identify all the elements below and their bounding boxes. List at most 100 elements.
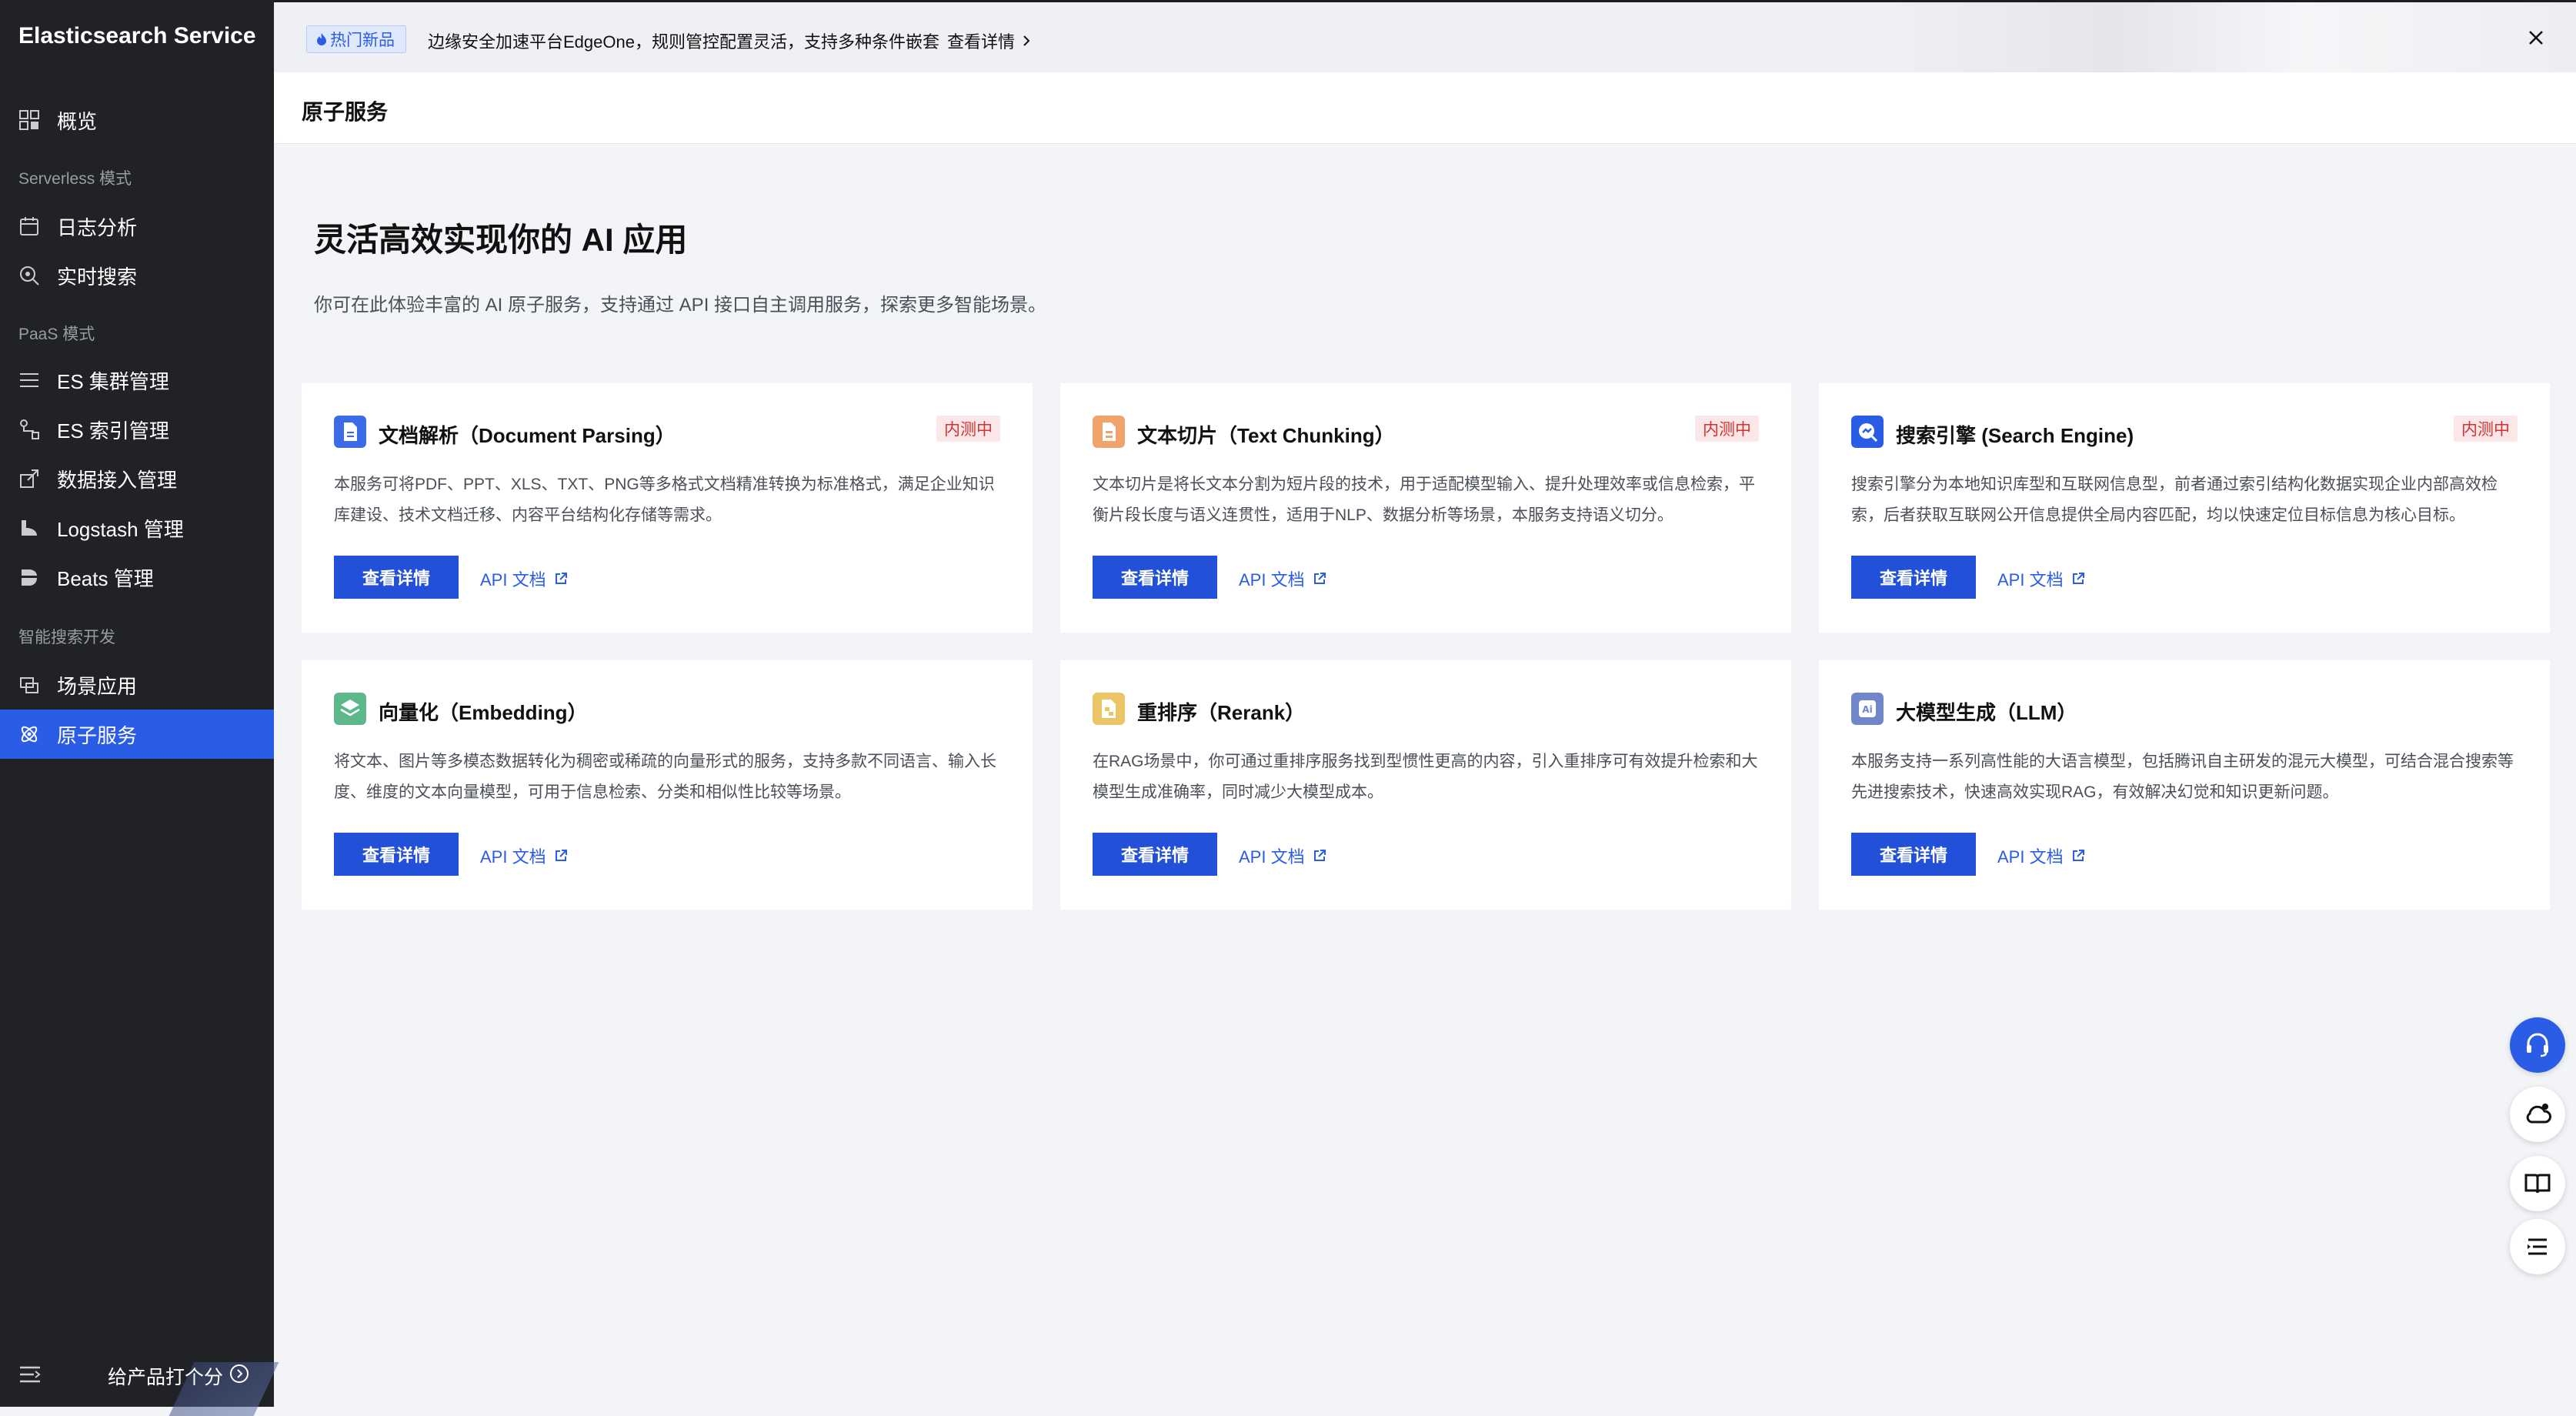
chunk-icon [1093, 416, 1125, 448]
logstash-icon [22, 520, 37, 536]
headset-icon [2527, 1033, 2548, 1057]
external-link-icon [2072, 573, 2084, 584]
card-title: 重排序（Rerank） [1137, 701, 1306, 724]
sidebar-item-atomic-services[interactable]: 原子服务 [0, 710, 274, 759]
sidebar-item-label: Logstash 管理 [57, 517, 184, 541]
sidebar-item-label: ES 集群管理 [57, 369, 169, 393]
search-icon [20, 266, 39, 286]
page-title: 原子服务 [302, 100, 389, 124]
external-link-icon [555, 850, 567, 861]
sidebar-item-logstash[interactable]: Logstash 管理 [0, 503, 274, 553]
sidebar: Elasticsearch Service 概览 Serverless 模式 日… [0, 0, 279, 1416]
collapse-menu-icon[interactable] [18, 1364, 42, 1385]
sidebar-item-label: 日志分析 [57, 215, 138, 239]
view-details-button[interactable]: 查看详情 [334, 556, 459, 599]
search-engine-icon [1851, 416, 1884, 448]
docs-button[interactable] [2510, 1156, 2565, 1211]
svg-text:Ai: Ai [1862, 704, 1872, 715]
banner-details-link[interactable]: 查看详情 [947, 28, 1033, 53]
rate-product-link[interactable]: 给产品打个分 [108, 1362, 223, 1390]
sidebar-item-label: ES 索引管理 [57, 419, 169, 442]
cloud-icon [2526, 1104, 2551, 1124]
nav-group-serverless: Serverless 模式 [18, 170, 132, 188]
service-card-text-chunking: 文本切片（Text Chunking） 内测中 文本切片是将长文本分割为短片段的… [1060, 383, 1791, 633]
sidebar-item-data-import[interactable]: 数据接入管理 [0, 454, 274, 503]
import-icon [20, 469, 38, 488]
list-icon [20, 373, 38, 387]
sidebar-item-label: 概览 [57, 109, 98, 133]
api-docs-label: API 文档 [1239, 847, 1305, 867]
api-docs-link[interactable]: API 文档 [1997, 566, 2085, 591]
external-link-icon [1313, 850, 1326, 861]
api-docs-label: API 文档 [480, 570, 546, 589]
api-docs-link[interactable]: API 文档 [480, 566, 568, 591]
external-link-icon [2072, 850, 2084, 861]
card-description: 文本切片是将长文本分割为短片段的技术，用于适配模型输入、提升处理效率或信息检索，… [1093, 476, 1755, 524]
book-icon [2524, 1174, 2551, 1194]
api-docs-link[interactable]: API 文档 [1997, 843, 2085, 868]
api-docs-label: API 文档 [1239, 570, 1305, 589]
card-title: 文本切片（Text Chunking） [1137, 424, 1395, 447]
status-badge: 内测中 [936, 416, 1000, 442]
service-card-embedding: 向量化（Embedding） 将文本、图片等多模态数据转化为稠密或稀疏的向量形式… [302, 660, 1033, 910]
nav-group-paas: PaaS 模式 [18, 326, 95, 343]
embedding-icon [334, 693, 366, 725]
sidebar-item-es-index[interactable]: ES 索引管理 [0, 405, 274, 454]
card-title: 文档解析（Document Parsing） [379, 424, 676, 447]
cloud-assistant-button[interactable] [2510, 1087, 2565, 1142]
banner-text: 边缘安全加速平台EdgeOne，规则管控配置灵活，支持多种条件嵌套 [428, 32, 939, 52]
service-card-document-parsing: 文档解析（Document Parsing） 内测中 本服务可将PDF、PPT、… [302, 383, 1033, 633]
ai-icon: Ai [1851, 693, 1884, 725]
view-details-button[interactable]: 查看详情 [334, 833, 459, 876]
hot-tag-label: 热门新品 [330, 32, 395, 49]
calendar-icon [20, 217, 38, 235]
sidebar-item-label: 原子服务 [57, 723, 138, 747]
view-details-button[interactable]: 查看详情 [1093, 556, 1217, 599]
sidebar-item-overview[interactable]: 概览 [0, 95, 274, 145]
sidebar-item-realtime-search[interactable]: 实时搜索 [0, 251, 274, 300]
promo-banner: 热门新品 边缘安全加速平台EdgeOne，规则管控配置灵活，支持多种条件嵌套 查… [274, 0, 2576, 75]
arrow-circle-icon[interactable] [229, 1364, 249, 1384]
sidebar-item-label: Beats 管理 [57, 566, 154, 590]
service-card-rerank: 重排序（Rerank） 在RAG场景中，你可通过重排序服务找到型惯性更高的内容，… [1060, 660, 1791, 910]
api-docs-link[interactable]: API 文档 [1239, 843, 1326, 868]
brand-title[interactable]: Elasticsearch Service [18, 23, 256, 49]
atom-icon [21, 726, 38, 743]
api-docs-link[interactable]: API 文档 [1239, 566, 1326, 591]
sidebar-item-beats[interactable]: Beats 管理 [0, 553, 274, 602]
outline-icon [2528, 1238, 2547, 1255]
sidebar-item-es-cluster[interactable]: ES 集群管理 [0, 356, 274, 405]
main-content: 热门新品 边缘安全加速平台EdgeOne，规则管控配置灵活，支持多种条件嵌套 查… [274, 0, 2576, 1407]
card-description: 将文本、图片等多模态数据转化为稠密或稀疏的向量形式的服务，支持多款不同语言、输入… [334, 753, 996, 801]
service-card-llm: Ai 大模型生成（LLM） 本服务支持一系列高性能的大语言模型，包括腾讯自主研发… [1819, 660, 2550, 910]
card-title: 向量化（Embedding） [379, 701, 588, 724]
index-icon [20, 419, 39, 439]
api-docs-link[interactable]: API 文档 [480, 843, 568, 868]
close-icon[interactable] [2527, 28, 2545, 47]
view-details-button[interactable]: 查看详情 [1851, 833, 1976, 876]
card-title: 搜索引擎 (Search Engine) [1896, 424, 2134, 447]
card-title: 大模型生成（LLM） [1896, 701, 2077, 724]
card-description: 搜索引擎分为本地知识库型和互联网信息型，前者通过索引结构化数据实现企业内部高效检… [1851, 476, 2498, 524]
sidebar-item-label: 数据接入管理 [57, 468, 178, 492]
external-link-icon [555, 573, 567, 584]
sidebar-item-log-analysis[interactable]: 日志分析 [0, 202, 274, 251]
sidebar-item-scene-apps[interactable]: 场景应用 [0, 660, 274, 710]
page-header: 原子服务 [274, 72, 2576, 144]
outline-button[interactable] [2510, 1219, 2565, 1274]
view-details-button[interactable]: 查看详情 [1851, 556, 1976, 599]
flame-icon [317, 33, 326, 45]
beats-icon [22, 569, 37, 586]
hero-title: 灵活高效实现你的 AI 应用 [314, 222, 688, 258]
banner-link-label: 查看详情 [947, 32, 1016, 52]
sidebar-item-label: 实时搜索 [57, 265, 138, 289]
hot-product-tag: 热门新品 [306, 25, 406, 53]
sidebar-footer: 给产品打个分 [0, 1344, 279, 1416]
card-description: 在RAG场景中，你可通过重排序服务找到型惯性更高的内容，引入重排序可有效提升检索… [1093, 753, 1758, 801]
support-button[interactable] [2510, 1017, 2565, 1073]
card-description: 本服务可将PDF、PPT、XLS、TXT、PNG等多格式文档精准转换为标准格式，… [334, 476, 995, 524]
grid-icon [19, 110, 39, 130]
scene-icon [20, 677, 38, 693]
nav-group-smart-search: 智能搜索开发 [18, 629, 115, 646]
view-details-button[interactable]: 查看详情 [1093, 833, 1217, 876]
